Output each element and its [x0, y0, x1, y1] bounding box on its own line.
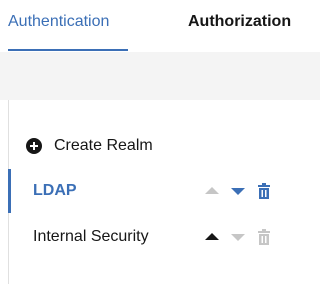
create-realm-label: Create Realm	[54, 137, 153, 154]
realm-name[interactable]: Internal Security	[33, 227, 149, 247]
realm-item-internal-security[interactable]: Internal Security	[8, 215, 290, 259]
selected-indicator	[8, 169, 11, 213]
caret-up-icon[interactable]	[204, 183, 220, 199]
trash-can-icon[interactable]	[256, 183, 272, 199]
caret-up-icon[interactable]	[204, 229, 220, 245]
security-realms-page: Authentication Authorization Create Real…	[0, 0, 320, 284]
realm-item-ldap[interactable]: LDAP	[8, 169, 290, 213]
tab-authentication[interactable]: Authentication	[8, 12, 109, 32]
trash-can-icon[interactable]	[256, 229, 272, 245]
detail-area	[291, 100, 320, 284]
add-filled-icon	[26, 138, 42, 154]
create-realm-button[interactable]: Create Realm	[26, 134, 153, 158]
active-tab-indicator	[8, 49, 128, 51]
tab-bar: Authentication Authorization	[0, 0, 320, 52]
caret-down-icon[interactable]	[230, 229, 246, 245]
tab-authorization[interactable]: Authorization	[188, 12, 291, 32]
caret-down-icon[interactable]	[230, 183, 246, 199]
realm-name[interactable]: LDAP	[33, 181, 77, 201]
content-background	[0, 52, 320, 100]
